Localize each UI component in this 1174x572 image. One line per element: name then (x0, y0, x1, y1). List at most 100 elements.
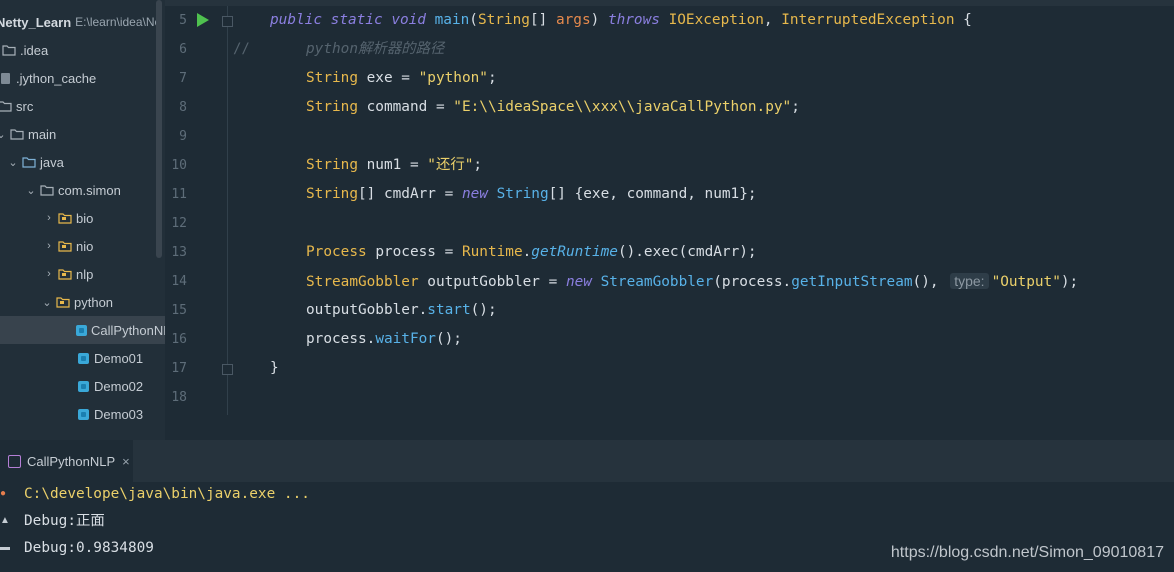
tree-item-com-simon[interactable]: ⌄ com.simon (0, 176, 165, 204)
tree-item-label: CallPythonNLP (91, 322, 165, 338)
code-line-8: 8 String command = "E:\\ideaSpace\\xxx\\… (165, 93, 1174, 122)
tree-item-java[interactable]: ⌄ java (0, 148, 165, 176)
tree-item-label: Demo02 (94, 378, 144, 394)
tree-item-idea[interactable]: .idea (0, 36, 165, 64)
tree-item-main[interactable]: ⌄ main (0, 120, 165, 148)
line-number: 14 (171, 274, 187, 289)
code-line-15: 15 outputGobbler.start(); (165, 296, 1174, 325)
tree-item-demo01[interactable]: Demo01 (0, 344, 165, 372)
class-icon (76, 323, 87, 337)
chevron-right-icon[interactable]: › (44, 240, 54, 252)
tree-root[interactable]: Netty_Learn E:\learn\idea\Ne (0, 8, 165, 36)
line-number: 16 (171, 332, 187, 347)
tree-item-jython-cache[interactable]: .jython_cache (0, 64, 165, 92)
tree-item-label: Demo03 (94, 406, 144, 422)
package-icon (58, 239, 72, 253)
code-text: public static void main(String[] args) t… (270, 12, 972, 28)
tree-item-python[interactable]: ⌄ python (0, 288, 165, 316)
console-line: Debug:0.9834809 (24, 540, 154, 556)
chevron-down-icon[interactable]: ⌄ (0, 128, 6, 141)
run-toolbar: ● ▲ ▬ (0, 482, 12, 572)
tree-item-label: nio (76, 238, 94, 254)
tree-item-demo03[interactable]: Demo03 (0, 400, 165, 428)
code-comment: python解析器的路径 (306, 41, 445, 57)
tree-item-demo02[interactable]: Demo02 (0, 372, 165, 400)
code-line-13: 13 Process process = Runtime.getRuntime(… (165, 238, 1174, 267)
code-line-9: 9 (165, 122, 1174, 151)
tree-item-nio[interactable]: › nio (0, 232, 165, 260)
console-line: C:\develope\java\bin\java.exe ... (24, 486, 310, 502)
line-number: 15 (171, 303, 187, 318)
code-line-5: 5 public static void main(String[] args)… (165, 6, 1174, 35)
package-icon (58, 267, 72, 281)
root-path: E:\learn\idea\Ne (75, 15, 162, 29)
tree-item-label: nlp (76, 266, 94, 282)
line-number: 8 (179, 100, 187, 115)
run-tab-bar: CallPythonNLP × (0, 440, 1174, 482)
code-text: } (270, 360, 279, 376)
code-text: String num1 = "还行"; (306, 157, 483, 173)
close-icon[interactable]: × (122, 454, 130, 469)
code-text: outputGobbler.start(); (306, 302, 497, 318)
code-line-14: 14 StreamGobbler outputGobbler = new Str… (165, 267, 1174, 296)
tree-item-label: java (40, 154, 64, 170)
line-number: 7 (179, 71, 187, 86)
line-number: 17 (171, 361, 187, 376)
chevron-down-icon[interactable]: ⌄ (26, 184, 36, 197)
tree-item-src[interactable]: src (0, 92, 165, 120)
tree-item-label: main (28, 126, 57, 142)
rerun-icon[interactable]: ● (0, 488, 6, 499)
line-number: 10 (171, 158, 187, 173)
project-tree: Netty_Learn E:\learn\idea\Ne .idea .jyth… (0, 0, 165, 440)
tree-item-label: python (74, 294, 114, 310)
code-line-6: 6 // python解析器的路径 (165, 35, 1174, 64)
tree-item-label: bio (76, 210, 94, 226)
tree-item-label: com.simon (58, 182, 121, 198)
chevron-right-icon[interactable]: › (44, 268, 54, 280)
line-number: 12 (171, 216, 187, 231)
code-line-7: 7 String exe = "python"; (165, 64, 1174, 93)
line-number: 13 (171, 245, 187, 260)
class-icon (76, 407, 90, 421)
run-tab-label: CallPythonNLP (27, 453, 116, 469)
tree-item-bio[interactable]: › bio (0, 204, 165, 232)
folder-icon (10, 127, 24, 141)
code-line-12: 12 (165, 209, 1174, 238)
line-number: 18 (171, 390, 187, 405)
code-line-10: 10 String num1 = "还行"; (165, 151, 1174, 180)
chevron-down-icon[interactable]: ⌄ (42, 296, 52, 309)
run-config-icon (8, 454, 21, 468)
tree-item-nlp[interactable]: › nlp (0, 260, 165, 288)
tree-item-label: .idea (20, 42, 49, 58)
code-text: StreamGobbler outputGobbler = new Stream… (306, 273, 1079, 290)
console-line: Debug:正面 (24, 513, 105, 529)
line-number: 9 (179, 129, 187, 144)
chevron-down-icon[interactable]: ⌄ (8, 156, 18, 169)
tree-item-label: Demo01 (94, 350, 144, 366)
code-line-17: 17 } (165, 354, 1174, 383)
package-icon (40, 183, 54, 197)
folder-icon (2, 43, 16, 57)
code-text: String exe = "python"; (306, 70, 497, 86)
folder-icon (22, 155, 36, 169)
watermark: https://blog.csdn.net/Simon_09010817 (890, 544, 1164, 561)
line-number: 11 (171, 187, 187, 202)
code-text: String command = "E:\\ideaSpace\\xxx\\ja… (306, 99, 800, 115)
class-icon (76, 379, 90, 393)
class-icon (76, 351, 90, 365)
run-tab-callpythonnlp[interactable]: CallPythonNLP × (0, 440, 133, 482)
code-editor[interactable]: 5 public static void main(String[] args)… (165, 0, 1174, 415)
package-icon (58, 211, 72, 225)
tree-item-label: src (16, 98, 34, 114)
code-line-16: 16 process.waitFor(); (165, 325, 1174, 354)
tree-scrollbar[interactable] (156, 0, 162, 258)
tree-item-label: .jython_cache (16, 70, 97, 86)
code-text: String[] cmdArr = new String[] {exe, com… (306, 186, 757, 202)
wrench-icon[interactable]: ▲ (0, 515, 10, 526)
chevron-right-icon[interactable]: › (44, 212, 54, 224)
file-icon (0, 71, 12, 85)
comment-marker: // (233, 41, 250, 57)
folder-icon (0, 99, 12, 113)
pin-icon[interactable]: ▬ (0, 542, 10, 553)
tree-item-callpythonnlp[interactable]: CallPythonNLP (0, 316, 165, 344)
